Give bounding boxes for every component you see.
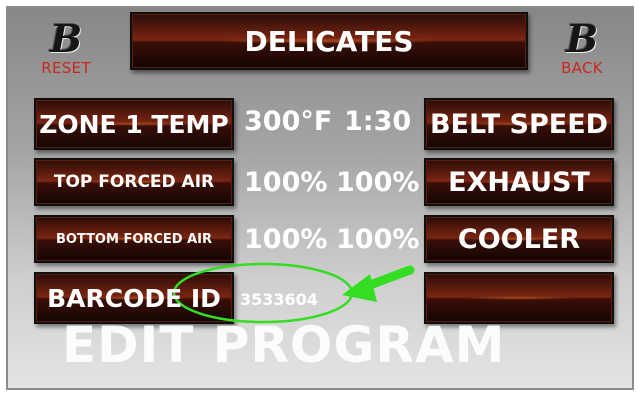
edit-program-watermark: EDIT PROGRAM (62, 316, 506, 374)
exhaust-label: EXHAUST (448, 166, 590, 198)
program-title: DELICATES (244, 24, 414, 58)
top-forced-air-label: TOP FORCED AIR (53, 172, 215, 192)
barcode-id-label: BARCODE ID (47, 283, 221, 313)
zone-1-temp-label: ZONE 1 TEMP (39, 109, 229, 139)
cooler-label: COOLER (457, 223, 581, 255)
bottom-forced-air-label: BOTTOM FORCED AIR (55, 231, 213, 247)
belt-speed-label: BELT SPEED (429, 108, 609, 140)
screen: B RESET DELICATES B BACK ZONE 1 TEMP 300… (6, 6, 634, 390)
